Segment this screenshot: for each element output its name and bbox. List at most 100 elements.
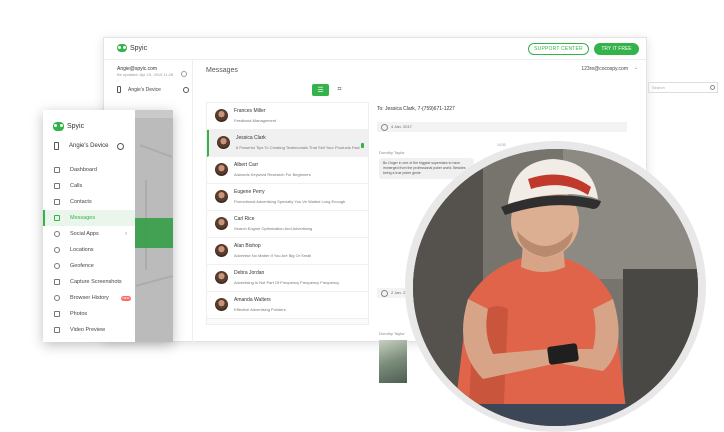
device-selector[interactable]: Angie's Device (54, 142, 124, 150)
nav-item-locations[interactable]: Locations (43, 242, 135, 258)
nav-item-photos[interactable]: Photos (43, 306, 135, 322)
contact-name: Debra Jordan (234, 270, 265, 276)
refresh-icon[interactable] (181, 71, 187, 77)
brand-logo[interactable]: Spyic (53, 122, 84, 131)
contact-row[interactable]: Frances Miller Feedback Management (207, 103, 368, 130)
new-badge: NEW (121, 295, 131, 301)
top-bar: Spyic SUPPORT CENTER TRY IT FREE (104, 38, 646, 60)
last-updated: Be updated: Apr 15, 2019 11:28 (117, 72, 174, 77)
phone-icon (117, 86, 121, 93)
device-name: Angie's Device (128, 86, 161, 93)
chevron-down-icon[interactable]: ⌄ (634, 65, 638, 71)
brand-logo[interactable]: Spyic (117, 44, 147, 52)
list-view-toggle[interactable]: ☰ (312, 84, 329, 96)
contact-name: Eugene Perry (234, 189, 265, 195)
nav-label: Capture Screenshots (70, 279, 122, 285)
photo-icon (54, 311, 60, 317)
contact-preview: Adwords Keyword Research For Beginners (234, 172, 311, 177)
dashboard-icon (54, 167, 60, 173)
overlay-shade (135, 110, 173, 342)
nav-label: Contacts (70, 199, 92, 205)
mobile-panel: Spyic Angie's Device Dashboard Calls Con… (43, 110, 173, 342)
search-input[interactable]: Search (648, 82, 718, 93)
thread-recipient: To: Jessica Clark, 7-(759)671-1227 (377, 106, 455, 112)
nav-item-social-apps[interactable]: Social Apps › (43, 226, 135, 242)
message-sender: Dorothy Taylor (379, 331, 405, 336)
avatar (215, 244, 228, 257)
contact-preview: Promotional Advertising Specialty You Ve… (234, 199, 346, 204)
contact-row[interactable]: Carl Rice Search Engine Optimization And… (207, 211, 368, 238)
mobile-nav: Dashboard Calls Contacts Messages Social… (43, 162, 135, 338)
message-time: 14:30 (497, 143, 506, 147)
contact-preview: Feedback Management (234, 118, 277, 123)
nav-label: Geofence (70, 263, 94, 269)
add-device-icon[interactable] (183, 86, 189, 93)
video-icon (54, 327, 60, 333)
nav-item-dashboard[interactable]: Dashboard (43, 162, 135, 178)
nav-label: Calls (70, 183, 83, 189)
nav-label: Dashboard (70, 167, 97, 173)
unread-indicator (361, 143, 364, 148)
globe-icon (54, 295, 60, 301)
page-title: Messages (206, 67, 238, 74)
contact-row[interactable]: Eugene Perry Promotional Advertising Spe… (207, 184, 368, 211)
add-device-icon[interactable] (117, 142, 124, 150)
avatar (215, 190, 228, 203)
phone-icon (54, 183, 60, 189)
avatar (215, 217, 228, 230)
avatar (215, 163, 228, 176)
nav-label: Photos (70, 311, 88, 317)
brand-name: Spyic (130, 44, 148, 52)
contact-row[interactable]: Debra Jordan Advertising Is Not Part Of … (207, 265, 368, 292)
screenshot-icon (54, 279, 60, 285)
phone-icon (54, 142, 59, 150)
contact-name: Frances Miller (234, 108, 266, 114)
spyic-logo-icon (53, 122, 64, 131)
person-illustration (413, 149, 698, 426)
contact-name: Alan Bishop (234, 243, 261, 249)
nav-item-geofence[interactable]: Geofence (43, 258, 135, 274)
contact-row[interactable]: Albert Carr Adwords Keyword Research For… (207, 157, 368, 184)
geofence-icon (54, 263, 60, 269)
brand-name: Spyic (67, 123, 85, 130)
person-using-phone-photo (413, 149, 698, 426)
chat-icon (54, 231, 60, 237)
date-divider: 4 Jan. 2017 (377, 122, 627, 132)
nav-item-browser-history[interactable]: Browser History NEW (43, 290, 135, 306)
avatar (215, 109, 228, 122)
nav-item-video-preview[interactable]: Video Preview (43, 322, 135, 338)
nav-item-contacts[interactable]: Contacts (43, 194, 135, 210)
try-it-free-button[interactable]: TRY IT FREE (594, 43, 639, 55)
avatar (215, 298, 228, 311)
location-icon (54, 247, 60, 253)
message-image-thumbnail[interactable] (379, 340, 407, 383)
contacts-icon (54, 199, 60, 205)
contact-preview: Effective Advertising Pointers (234, 307, 286, 312)
contact-preview: Advertising Is Not Part Of Frequency Fre… (234, 280, 340, 285)
contact-row[interactable]: Amanda Walters Effective Advertising Poi… (207, 292, 368, 319)
account-menu[interactable]: 123re@cocospy.com (581, 66, 628, 72)
avatar (215, 271, 228, 284)
nav-label: Browser History (70, 295, 109, 301)
nav-label: Messages (70, 215, 96, 221)
contact-preview: Advertise No Matter If You Are Big Or Sm… (234, 253, 312, 258)
contact-name: Albert Carr (234, 162, 259, 168)
nav-item-calls[interactable]: Calls (43, 178, 135, 194)
chevron-right-icon: › (125, 231, 127, 237)
nav-label: Video Preview (70, 327, 106, 333)
contact-name: Carl Rice (234, 216, 255, 222)
chart-view-toggle[interactable]: ⌗ (331, 84, 348, 96)
contact-list: Frances Miller Feedback Management Jessi… (206, 102, 369, 325)
device-selector[interactable]: Angie's Device (117, 86, 189, 93)
map-preview (135, 110, 173, 342)
contact-row-selected[interactable]: Jessica Clark 6 Powerful Tips To Creatin… (207, 130, 368, 157)
message-sender: Dorothy Taylor (379, 150, 405, 155)
mobile-sidebar: Spyic Angie's Device Dashboard Calls Con… (43, 110, 135, 342)
nav-item-messages[interactable]: Messages (43, 210, 135, 226)
nav-label: Social Apps (70, 231, 99, 237)
spyic-logo-icon (117, 44, 127, 52)
nav-label: Locations (70, 247, 94, 253)
nav-item-capture-screenshots[interactable]: Capture Screenshots (43, 274, 135, 290)
contact-row[interactable]: Alan Bishop Advertise No Matter If You A… (207, 238, 368, 265)
support-center-button[interactable]: SUPPORT CENTER (528, 43, 589, 55)
